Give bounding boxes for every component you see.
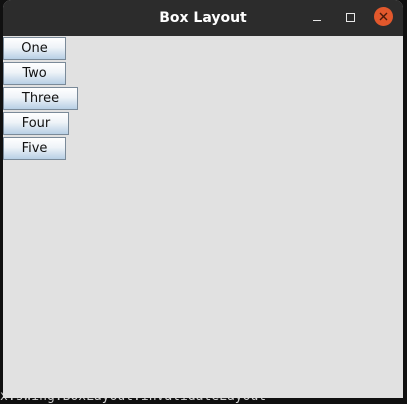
button-three[interactable]: Three	[3, 87, 78, 110]
maximize-button[interactable]	[341, 8, 361, 28]
button-four[interactable]: Four	[3, 112, 69, 135]
button-one[interactable]: One	[3, 37, 66, 60]
window-titlebar[interactable]: Box Layout	[3, 0, 403, 36]
minimize-button[interactable]	[307, 8, 327, 28]
close-icon	[379, 12, 388, 21]
close-button[interactable]	[374, 7, 393, 26]
button-two[interactable]: Two	[3, 62, 66, 85]
box-layout-window: Box Layout One Two Three Four Five	[3, 0, 403, 398]
content-pane: One Two Three Four Five	[3, 36, 403, 398]
minimize-icon	[313, 20, 321, 21]
button-five[interactable]: Five	[3, 137, 66, 160]
maximize-icon	[346, 13, 355, 22]
